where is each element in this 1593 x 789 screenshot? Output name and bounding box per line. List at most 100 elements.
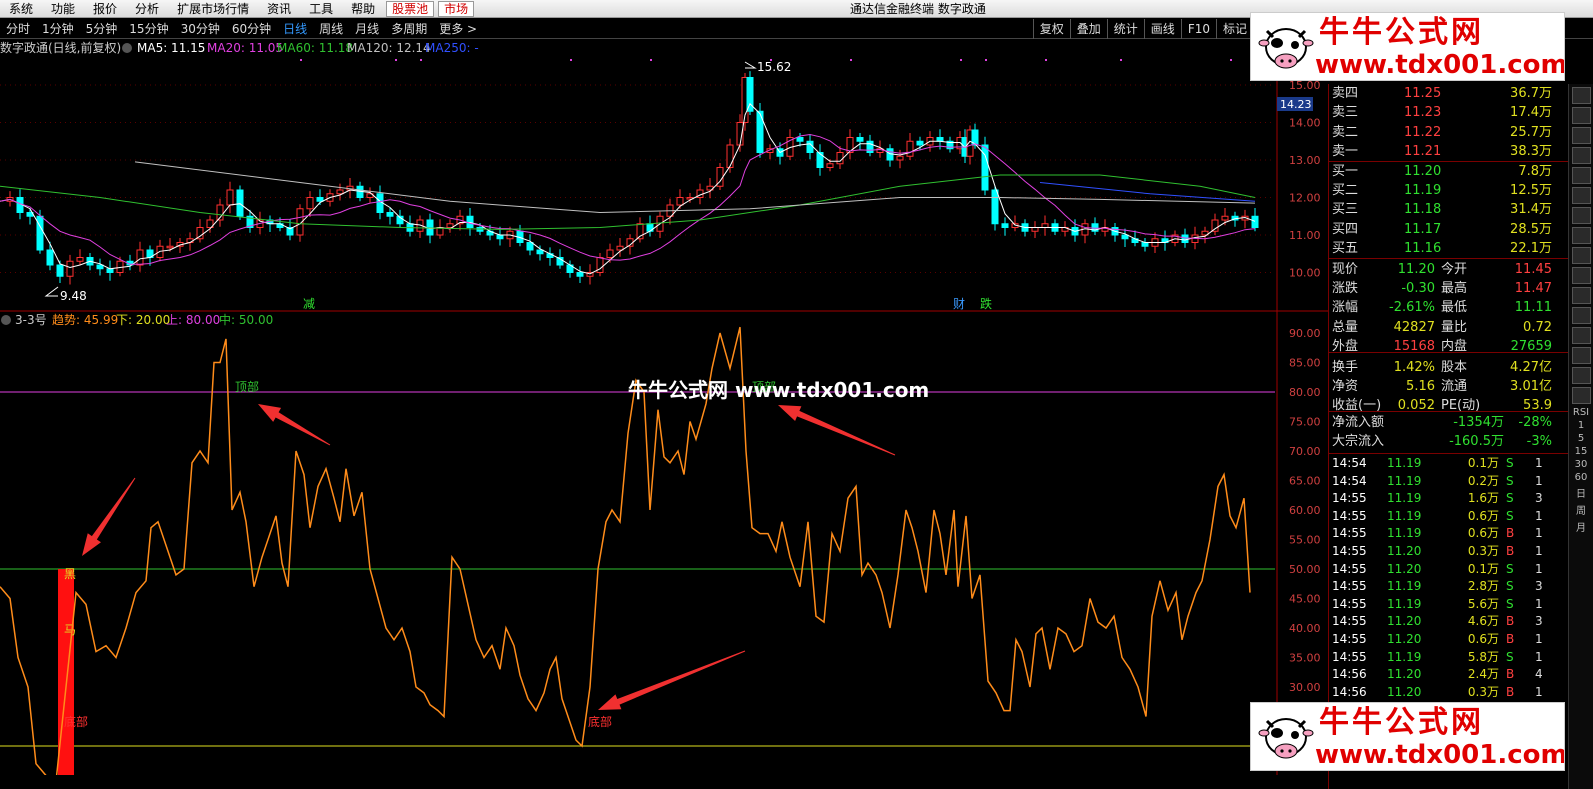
- tick-time: 14:55: [1332, 596, 1367, 611]
- orderbook-row[interactable]: 卖一 11.21 38.3万: [1329, 142, 1552, 161]
- stat-value: 11.47: [1514, 281, 1552, 297]
- high-label: 15.62: [757, 60, 791, 74]
- tick-price: 11.19: [1387, 579, 1422, 594]
- shield-icon[interactable]: [1572, 367, 1591, 384]
- chevron-down-icon[interactable]: [122, 43, 132, 53]
- orderbook-price: 11.21: [1404, 144, 1442, 160]
- candle-body: [1221, 215, 1229, 221]
- orderbook-row[interactable]: 卖四 11.25 36.7万: [1329, 84, 1552, 103]
- tick-count: 3: [1535, 579, 1543, 594]
- tick-time: 14:55: [1332, 526, 1367, 541]
- event-mark[interactable]: 减: [303, 297, 315, 311]
- orderbook-label: 买三: [1332, 202, 1359, 218]
- info-dot: [985, 59, 987, 61]
- watermark-url: www.tdx001.com: [1315, 740, 1565, 770]
- vtool-text-button[interactable]: 月: [1569, 519, 1593, 534]
- info-dot: [300, 59, 302, 61]
- candle-icon[interactable]: [1572, 227, 1591, 244]
- orderbook-price: 11.25: [1404, 86, 1442, 101]
- orderbook-row[interactable]: 买三 11.18 31.4万: [1329, 200, 1552, 219]
- y-tick-label: 50.00: [1289, 563, 1321, 576]
- orderbook-row[interactable]: 卖二 11.22 25.7万: [1329, 123, 1552, 142]
- event-mark[interactable]: 跌: [980, 296, 992, 311]
- candle-body: [1041, 223, 1049, 228]
- tick-volume: 5.6万: [1467, 596, 1499, 611]
- tick-count: 1: [1535, 544, 1543, 558]
- ma-label: MA20: 11.05: [207, 41, 283, 55]
- candle-body: [1031, 227, 1039, 232]
- trend-icon[interactable]: [1572, 247, 1591, 264]
- stat-label: 股本: [1441, 360, 1468, 375]
- tick-count: 1: [1535, 526, 1543, 541]
- stat-value: -0.30: [1401, 281, 1435, 297]
- chart-background: [0, 40, 1328, 789]
- flow-value: -1354万: [1453, 415, 1504, 430]
- y-tick-label: 45.00: [1289, 593, 1321, 606]
- down-icon[interactable]: [1572, 147, 1591, 164]
- price-marker-label: 14.23: [1280, 98, 1312, 111]
- watermark-bottom: 牛牛公式网 www.tdx001.com: [1250, 702, 1565, 771]
- tick-price: 11.20: [1387, 684, 1422, 699]
- event-mark[interactable]: 财: [953, 297, 965, 311]
- candle-body: [166, 245, 174, 249]
- orderbook-price: 11.20: [1404, 163, 1442, 179]
- vtool-text-button[interactable]: 5: [1569, 433, 1593, 444]
- tick-side: B: [1506, 614, 1515, 629]
- vtool-text-button[interactable]: 30: [1569, 459, 1593, 470]
- orderbook-price: 11.17: [1404, 221, 1442, 237]
- candle-body: [906, 140, 914, 157]
- chart-icon[interactable]: [1572, 107, 1591, 124]
- stat-row: 换手 1.42% 股本 4.27亿: [1329, 358, 1552, 377]
- orderbook-row[interactable]: 买五 11.16 22.1万: [1329, 239, 1552, 258]
- grid-icon[interactable]: [1572, 187, 1591, 204]
- vtool-text-button[interactable]: 60: [1569, 472, 1593, 483]
- tri-icon[interactable]: [1572, 387, 1591, 404]
- info-dot: [1045, 59, 1047, 61]
- tick-row: 14:55 11.19 0.6万 S 1: [1329, 508, 1569, 526]
- orderbook-row[interactable]: 买一 11.20 7.8万: [1329, 162, 1552, 181]
- candle-body: [1141, 242, 1149, 247]
- tick-row: 14:55 11.19 5.6万 S 1: [1329, 596, 1569, 614]
- table-icon[interactable]: [1572, 287, 1591, 304]
- tick-volume: 0.1万: [1467, 561, 1499, 576]
- flow-pct: -3%: [1526, 434, 1552, 449]
- ie-icon[interactable]: [1572, 87, 1591, 104]
- info-dot: [1230, 59, 1232, 61]
- candle-body: [466, 215, 474, 228]
- pie-icon[interactable]: [1572, 327, 1591, 344]
- bar-icon[interactable]: [1572, 207, 1591, 224]
- candle-body: [76, 257, 84, 262]
- y-tick-label: 90.00: [1289, 327, 1321, 340]
- vtool-text-button[interactable]: 1: [1569, 420, 1593, 431]
- candle-body: [36, 215, 44, 251]
- tick-count: 1: [1535, 649, 1543, 664]
- tick-time: 14:55: [1332, 508, 1367, 523]
- orderbook-row[interactable]: 买二 11.19 12.5万: [1329, 181, 1552, 200]
- up-icon[interactable]: [1572, 127, 1591, 144]
- tick-row: 14:56 11.20 2.4万 B 4: [1329, 666, 1569, 684]
- tick-row: 14:55 11.19 0.6万 B 1: [1329, 525, 1569, 543]
- candle-body: [806, 140, 814, 153]
- flow-label: 大宗流入: [1332, 434, 1385, 449]
- center-watermark: 牛牛公式网 www.tdx001.com: [628, 378, 930, 402]
- low-label: 9.48: [60, 289, 87, 303]
- info-dot: [570, 59, 572, 61]
- vtool-text-button[interactable]: 周: [1569, 502, 1593, 517]
- candle-body: [136, 249, 144, 266]
- tick-side: S: [1506, 561, 1514, 576]
- chevron-down-icon[interactable]: [1, 315, 11, 325]
- vtool-text-button[interactable]: 15: [1569, 446, 1593, 457]
- stat-value: 11.20: [1397, 262, 1435, 277]
- orderbook-row[interactable]: 卖三 11.23 17.4万: [1329, 103, 1552, 122]
- tick-row: 14:55 11.20 0.1万 S 1: [1329, 561, 1569, 579]
- fund-icon[interactable]: [1572, 307, 1591, 324]
- orderbook-row[interactable]: 买四 11.17 28.5万: [1329, 220, 1552, 239]
- f10-icon[interactable]: [1572, 267, 1591, 284]
- list-icon[interactable]: [1572, 167, 1591, 184]
- candle-body: [236, 189, 244, 217]
- info-dot: [960, 59, 962, 61]
- vtool-text-button[interactable]: 日: [1569, 485, 1593, 500]
- tick-volume: 0.2万: [1467, 473, 1499, 488]
- rsi-icon[interactable]: [1572, 347, 1591, 364]
- vtool-text-button[interactable]: RSI: [1569, 407, 1593, 418]
